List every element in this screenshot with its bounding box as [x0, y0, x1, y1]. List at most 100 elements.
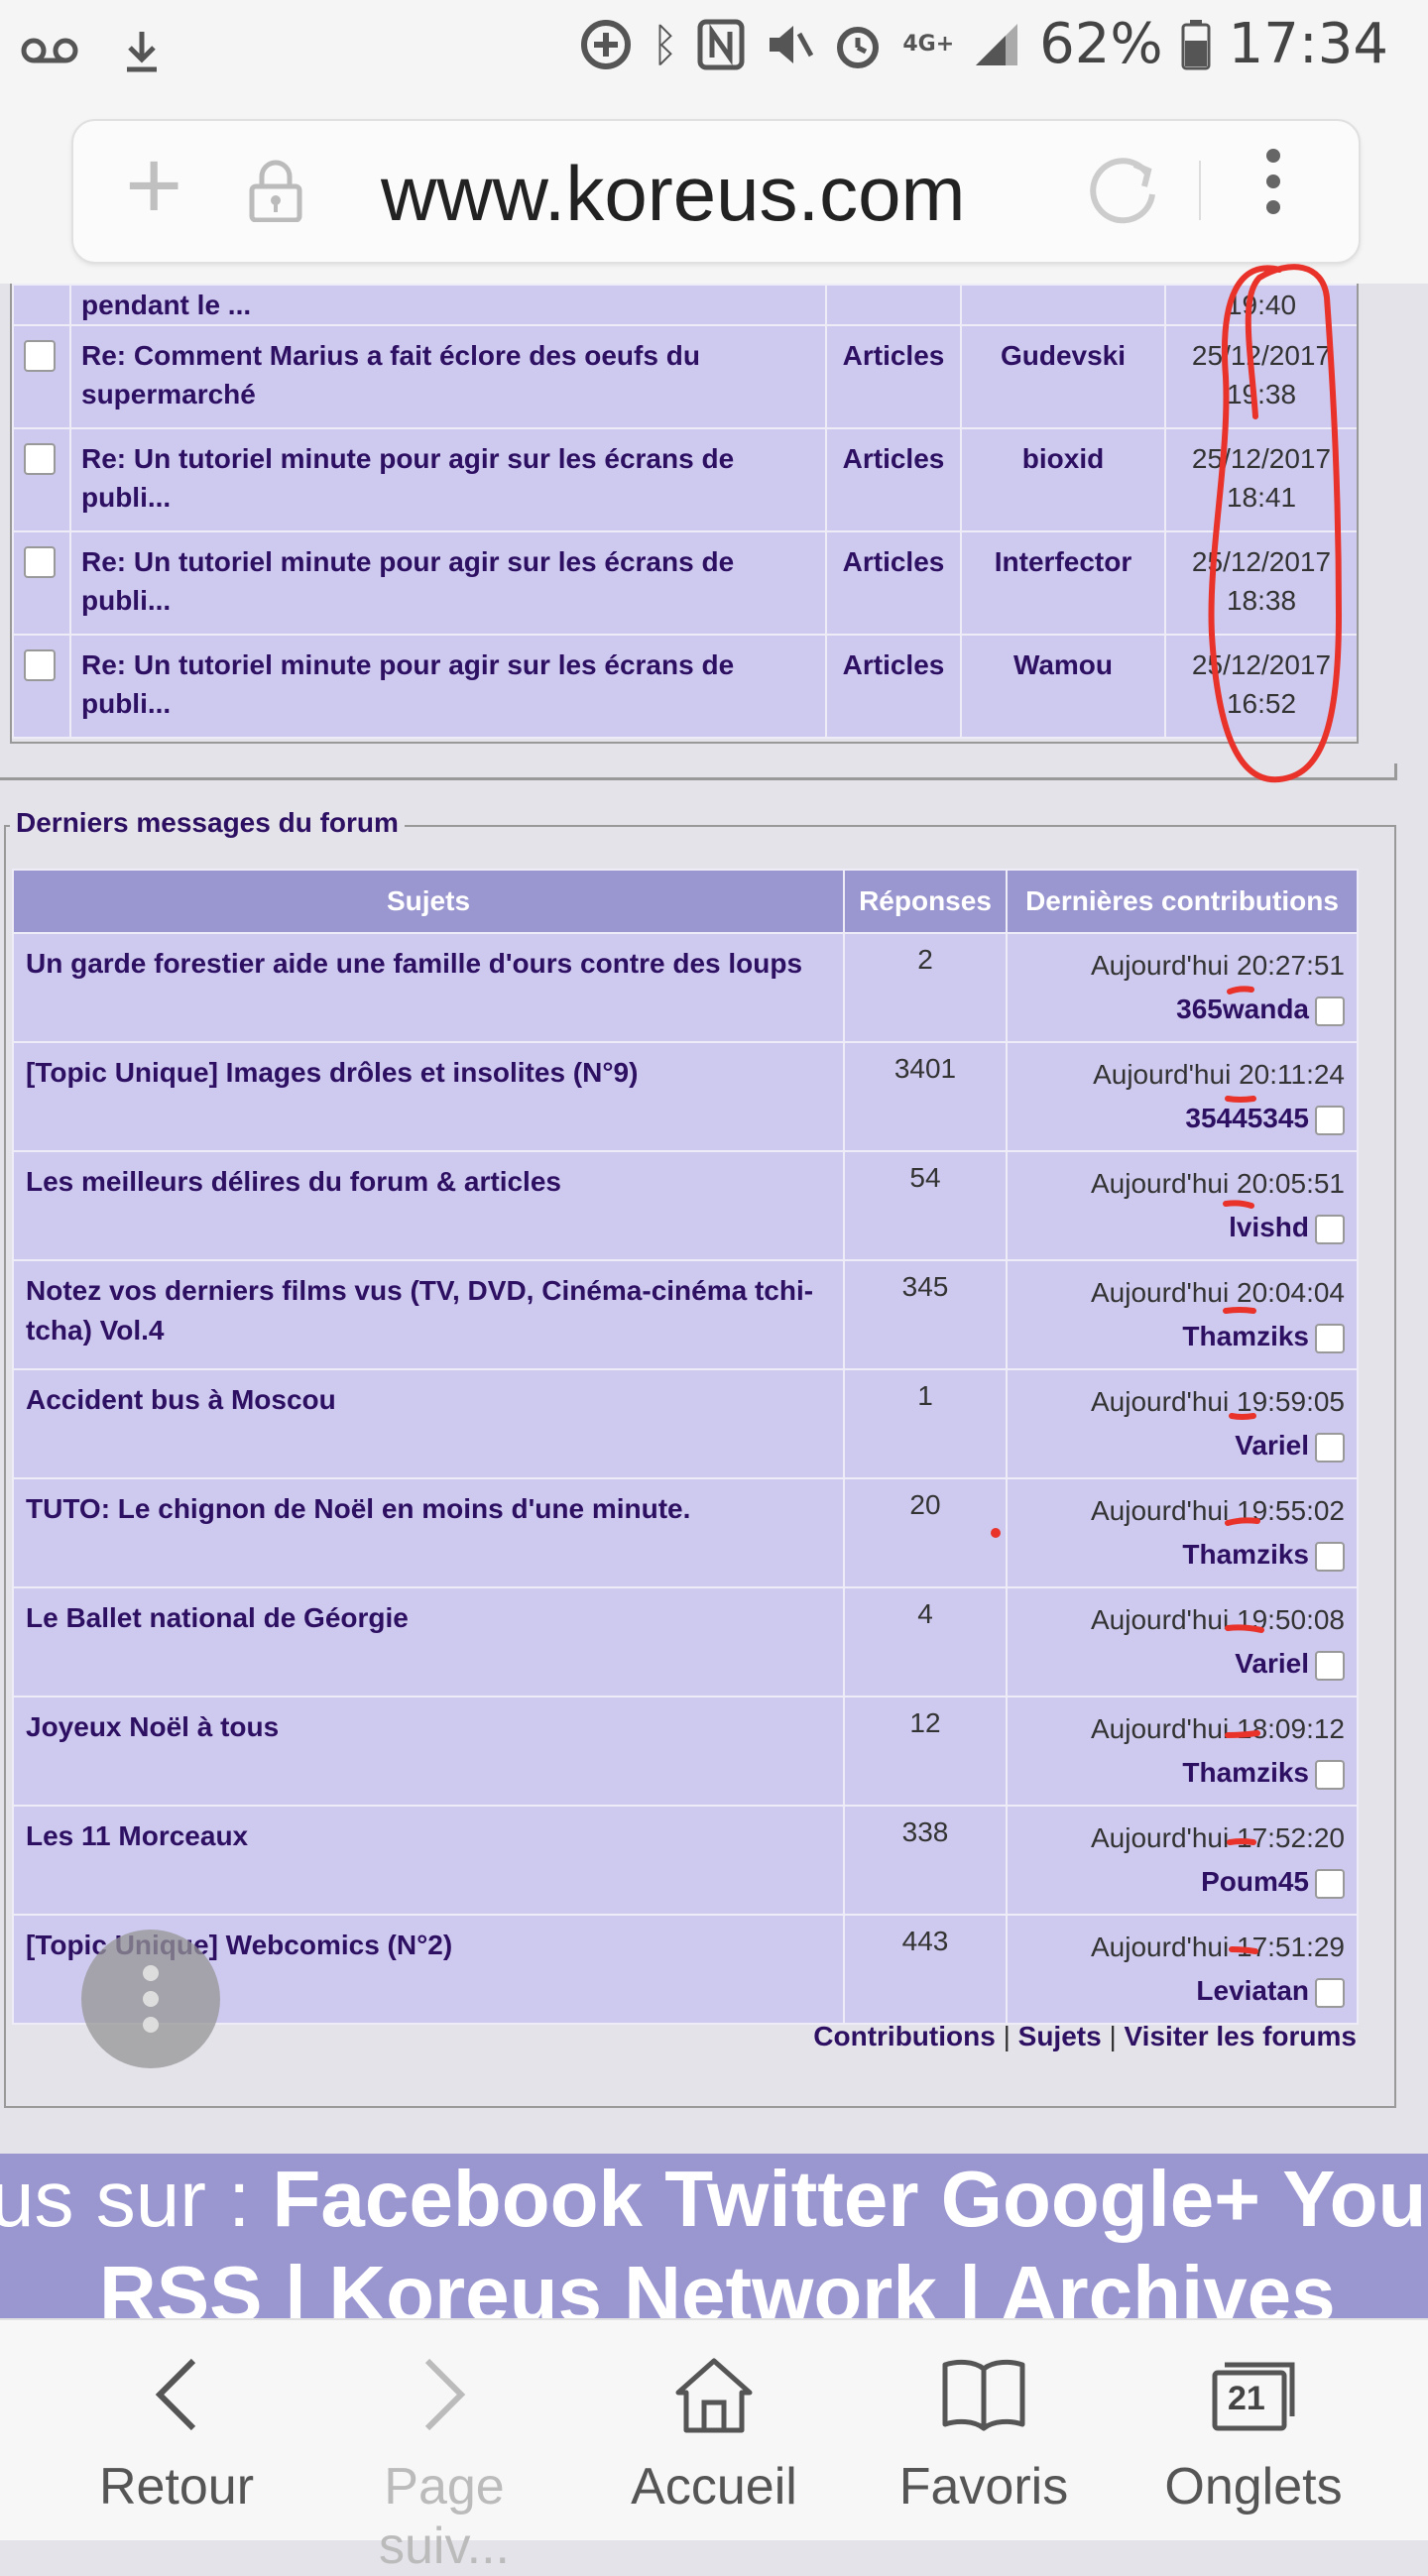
topic-link[interactable]: [Topic Unique] Images drôles et insolite…: [12, 1041, 845, 1152]
nav-forward-label: Page suiv...: [379, 2458, 510, 2575]
goto-post-icon[interactable]: [1315, 1214, 1345, 1244]
last-post: Aujourd'hui 18:09:12 Thamziks: [1006, 1696, 1359, 1807]
table-row: Les 11 Morceaux 338 Aujourd'hui 17:52:20…: [12, 1805, 1359, 1916]
last-post: Aujourd'hui 20:05:51 lvishd: [1006, 1150, 1359, 1261]
last-post-user[interactable]: Poum45: [1201, 1866, 1309, 1897]
toolbar-divider: [1199, 161, 1201, 220]
reply-count: 4: [843, 1586, 1008, 1698]
last-post: Aujourd'hui 17:52:20 Poum45: [1006, 1805, 1359, 1916]
browser-toolbar: + www.koreus.com: [0, 99, 1428, 284]
status-bar: ᛒ 4G+ 62% 17:34: [0, 0, 1428, 99]
home-icon: [675, 2358, 753, 2433]
topic-link[interactable]: Le Ballet national de Géorgie: [12, 1586, 845, 1698]
nav-home[interactable]: Accueil: [585, 2350, 843, 2517]
last-post-user[interactable]: Variel: [1235, 1430, 1309, 1461]
goto-post-icon[interactable]: [1315, 1650, 1345, 1681]
link-separator: |: [1109, 2021, 1117, 2051]
contributions-link[interactable]: Contributions: [813, 2021, 996, 2051]
subjects-link[interactable]: Sujets: [1018, 2021, 1102, 2051]
last-post-time: Aujourd'hui 18:09:12: [1091, 1713, 1345, 1744]
table-row: Le Ballet national de Géorgie 4 Aujourd'…: [12, 1586, 1359, 1698]
nav-home-label: Accueil: [631, 2458, 797, 2516]
topic-link[interactable]: Notez vos derniers films vus (TV, DVD, C…: [12, 1259, 845, 1370]
table-row: Accident bus à Moscou 1 Aujourd'hui 19:5…: [12, 1368, 1359, 1479]
footer-links[interactable]: RSS | Koreus Network | Archives: [99, 2249, 1336, 2318]
facebook-link[interactable]: Facebook: [273, 2155, 643, 2243]
goto-post-icon[interactable]: [1315, 995, 1345, 1026]
reply-count: 338: [843, 1805, 1008, 1916]
panel-divider: [0, 763, 1397, 780]
new-tab-icon[interactable]: +: [125, 131, 182, 240]
nav-bookmarks[interactable]: Favoris: [855, 2350, 1113, 2517]
last-post-user[interactable]: Variel: [1235, 1648, 1309, 1679]
reply-count: 345: [843, 1259, 1008, 1370]
footer-social-band: us sur : Facebook Twitter Google+ You RS…: [0, 2154, 1428, 2318]
back-arrow-icon: [155, 2358, 196, 2431]
last-post-time: Aujourd'hui 20:05:51: [1091, 1168, 1345, 1199]
lock-icon[interactable]: [248, 159, 303, 222]
reply-count: 1: [843, 1368, 1008, 1479]
nav-tabs[interactable]: 21 Onglets: [1125, 2350, 1382, 2517]
twitter-link[interactable]: Twitter: [664, 2155, 918, 2243]
last-post-time: Aujourd'hui 19:50:08: [1091, 1604, 1345, 1635]
link-separator: |: [1003, 2021, 1011, 2051]
last-post-user[interactable]: 365wanda: [1176, 994, 1309, 1024]
url-text[interactable]: www.koreus.com: [381, 149, 966, 239]
book-icon: [942, 2359, 1025, 2431]
vibrate-icon: [770, 25, 814, 63]
tab-count: 21: [1228, 2380, 1265, 2417]
topic-link[interactable]: TUTO: Le chignon de Noël en moins d'une …: [12, 1477, 845, 1588]
topic-link[interactable]: Accident bus à Moscou: [12, 1368, 845, 1479]
last-post-user[interactable]: Thamziks: [1182, 1757, 1309, 1788]
network-type: 4G+: [902, 32, 955, 57]
topic-link[interactable]: Les meilleurs délires du forum & article…: [12, 1150, 845, 1261]
clock: 17:34: [1228, 12, 1388, 76]
last-post: Aujourd'hui 17:51:29 Leviatan: [1006, 1914, 1359, 2025]
header-subjects: Sujets: [12, 869, 845, 934]
reload-icon[interactable]: [1085, 151, 1164, 230]
last-post: Aujourd'hui 20:11:24 35445345: [1006, 1041, 1359, 1152]
last-post-user[interactable]: lvishd: [1229, 1212, 1309, 1242]
voicemail-icon: [21, 38, 78, 63]
visit-forums-link[interactable]: Visiter les forums: [1125, 2021, 1357, 2051]
goto-post-icon[interactable]: [1315, 1323, 1345, 1353]
goto-post-icon[interactable]: [1315, 1868, 1345, 1899]
youtube-link[interactable]: You: [1282, 2155, 1426, 2243]
last-post-time: Aujourd'hui 17:52:20: [1091, 1822, 1345, 1853]
browser-bottom-nav: Retour Page suiv... Accueil Favoris 21 O…: [0, 2318, 1428, 2575]
alarm-icon: [837, 26, 880, 68]
goto-post-icon[interactable]: [1315, 1105, 1345, 1135]
signal-icon: [976, 23, 1018, 65]
follow-prefix: us sur :: [0, 2155, 251, 2243]
goto-post-icon[interactable]: [1315, 1541, 1345, 1572]
data-saver-icon: [580, 19, 631, 69]
goto-post-icon[interactable]: [1315, 1977, 1345, 2008]
googleplus-link[interactable]: Google+: [941, 2155, 1260, 2243]
address-bar[interactable]: + www.koreus.com: [71, 119, 1361, 264]
nav-forward[interactable]: Page suiv...: [315, 2350, 573, 2576]
nav-back[interactable]: Retour: [48, 2350, 305, 2517]
forum-header-row: Sujets Réponses Dernières contributions: [12, 869, 1359, 934]
last-post-user[interactable]: Leviatan: [1196, 1975, 1309, 2006]
forward-arrow-icon: [424, 2358, 466, 2431]
last-post-user[interactable]: Thamziks: [1182, 1539, 1309, 1570]
floating-menu-button[interactable]: [81, 1930, 220, 2068]
goto-post-icon[interactable]: [1315, 1432, 1345, 1463]
last-post: Aujourd'hui 20:04:04 Thamziks: [1006, 1259, 1359, 1370]
reply-count: 2: [843, 932, 1008, 1043]
bluetooth-icon: ᛒ: [651, 17, 679, 71]
topic-link[interactable]: Un garde forestier aide une famille d'ou…: [12, 932, 845, 1043]
topic-link[interactable]: Les 11 Morceaux: [12, 1805, 845, 1916]
reply-count: 443: [843, 1914, 1008, 2025]
articles-panel-border: [10, 284, 1359, 744]
forum-legend: Derniers messages du forum: [10, 807, 405, 839]
forum-links: Contributions | Sujets | Visiter les for…: [813, 2021, 1357, 2052]
more-options-icon[interactable]: [1263, 149, 1283, 226]
reply-count: 54: [843, 1150, 1008, 1261]
nav-bookmarks-label: Favoris: [898, 2458, 1069, 2516]
last-post-user[interactable]: 35445345: [1185, 1103, 1309, 1133]
topic-link[interactable]: Joyeux Noël à tous: [12, 1696, 845, 1807]
goto-post-icon[interactable]: [1315, 1759, 1345, 1790]
last-post-user[interactable]: Thamziks: [1182, 1321, 1309, 1351]
battery-percent: 62%: [1039, 12, 1163, 76]
